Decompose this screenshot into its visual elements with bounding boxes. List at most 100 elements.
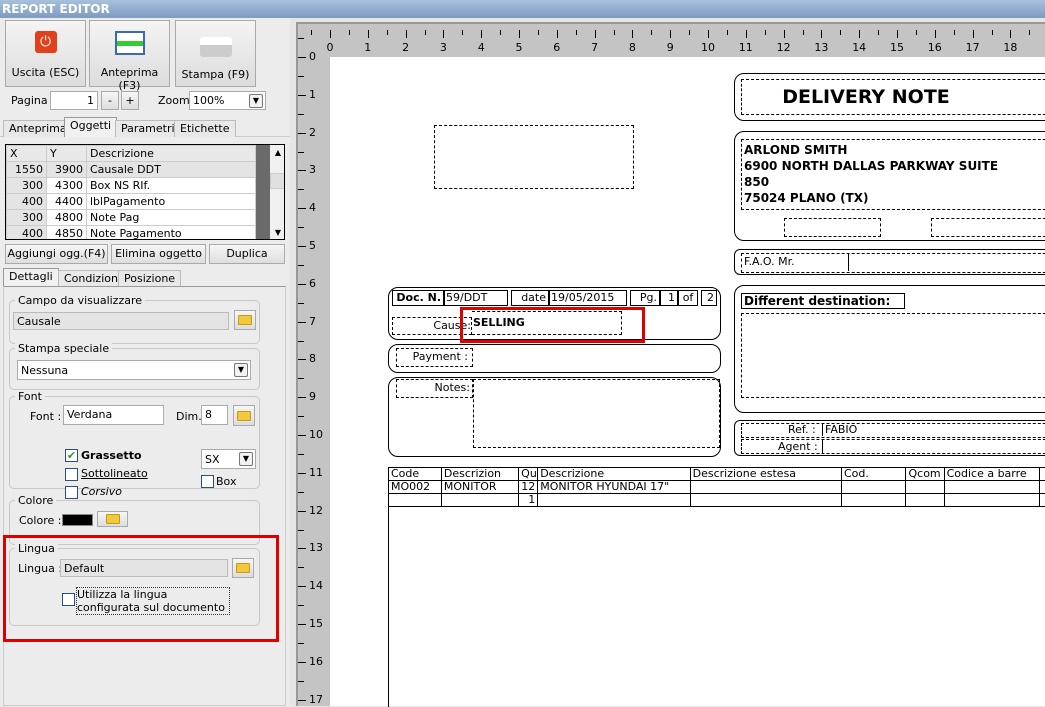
col-x[interactable]: X bbox=[7, 146, 47, 162]
address-box[interactable]: ARLOND SMITH 6900 NORTH DALLAS PARKWAY S… bbox=[741, 139, 1045, 210]
col-qcom: Qcom bbox=[906, 468, 944, 481]
tab-anteprima[interactable]: Anteprima bbox=[3, 120, 73, 137]
fao-box[interactable]: F.A.O. Mr. bbox=[741, 253, 1045, 273]
chevron-down-icon[interactable]: ▼ bbox=[239, 452, 253, 466]
cell: MO002 bbox=[389, 481, 442, 494]
tab-oggetti[interactable]: Oggetti bbox=[64, 117, 117, 137]
bold-checkbox[interactable]: ✔ bbox=[65, 449, 78, 462]
delete-object-button[interactable]: Elimina oggetto bbox=[111, 244, 206, 264]
ruler-tick bbox=[973, 30, 974, 38]
ruler-tick bbox=[298, 473, 306, 474]
ruler-tick bbox=[689, 30, 690, 35]
zoom-select[interactable]: 100% ▼ bbox=[189, 91, 266, 110]
scroll-thumb[interactable] bbox=[270, 173, 285, 189]
ruler-tick bbox=[298, 397, 306, 398]
box-checkbox[interactable] bbox=[201, 475, 214, 488]
table-row[interactable]: MO002 MONITOR 12 MONITOR HYUNDAI 17" 0 bbox=[389, 481, 1045, 494]
underline-checkbox[interactable] bbox=[65, 468, 78, 481]
ruler-tick bbox=[298, 359, 306, 360]
print-button[interactable]: Stampa (F9) bbox=[175, 20, 256, 87]
table-row[interactable]: 3004300Box NS RIf. bbox=[7, 178, 256, 194]
scroll-up-icon[interactable]: ▲ bbox=[270, 145, 285, 161]
page-value-doc[interactable]: 1 bbox=[660, 290, 678, 306]
table-row[interactable]: 1 0 bbox=[389, 494, 1045, 507]
notes-box[interactable] bbox=[473, 379, 720, 448]
printer-icon bbox=[200, 37, 232, 57]
add-object-button[interactable]: Aggiungi ogg.(F4) bbox=[5, 244, 108, 264]
date-label: date bbox=[511, 290, 549, 306]
fao-label: F.A.O. Mr. bbox=[744, 255, 795, 268]
ruler-tick bbox=[916, 30, 917, 35]
ref-row[interactable] bbox=[741, 423, 1045, 438]
scroll-down-icon[interactable]: ▼ bbox=[270, 225, 285, 240]
ruler-label: 9 bbox=[309, 390, 316, 403]
cell-y: 4850 bbox=[47, 226, 87, 241]
logo-box[interactable] bbox=[434, 125, 634, 189]
address-subbox[interactable] bbox=[784, 218, 881, 237]
tab-etichette[interactable]: Etichette bbox=[174, 120, 236, 137]
cell: 1 bbox=[519, 494, 538, 507]
cell-x: 300 bbox=[7, 210, 47, 226]
color-swatch[interactable] bbox=[62, 514, 93, 526]
table-row[interactable]: 4004850Note Pagamento bbox=[7, 226, 256, 241]
col-descrizione[interactable]: Descrizione bbox=[87, 146, 256, 162]
destination-box[interactable] bbox=[741, 313, 1045, 398]
document-title[interactable]: DELIVERY NOTE bbox=[741, 79, 1045, 115]
destination-label[interactable]: Different destination: bbox=[741, 293, 905, 309]
objects-scrollbar[interactable]: ▲ ▼ bbox=[270, 145, 285, 240]
ruler-label: 4 bbox=[471, 41, 491, 54]
font-input[interactable]: Verdana bbox=[63, 405, 164, 425]
field-input[interactable]: Causale bbox=[13, 312, 229, 330]
ruler-label: 14 bbox=[309, 579, 323, 592]
power-icon: ⏻ bbox=[35, 31, 57, 53]
color-group-label: Colore bbox=[15, 494, 56, 507]
dim-input[interactable]: 8 bbox=[201, 405, 228, 425]
tab-condizioni[interactable]: Condizioni bbox=[58, 270, 127, 287]
italic-checkbox[interactable] bbox=[65, 486, 78, 499]
chevron-down-icon[interactable]: ▼ bbox=[234, 363, 248, 377]
cell bbox=[906, 481, 944, 494]
page-plus-button[interactable]: + bbox=[121, 91, 139, 110]
col-s1: S1 bbox=[1039, 468, 1045, 481]
ruler-tick bbox=[368, 30, 369, 38]
doc-number-value[interactable]: 59/DDT bbox=[444, 290, 508, 306]
table-row[interactable]: 4004400lblPagamento bbox=[7, 194, 256, 210]
ruler-tick bbox=[425, 30, 426, 35]
ruler-tick bbox=[298, 57, 306, 58]
align-select[interactable]: SX ▼ bbox=[201, 449, 256, 469]
tab-dettagli[interactable]: Dettagli bbox=[3, 268, 59, 287]
duplicate-button[interactable]: Duplica bbox=[209, 244, 285, 264]
ruler-tick bbox=[614, 30, 615, 35]
date-value[interactable]: 19/05/2015 bbox=[549, 290, 627, 306]
tab-parametri[interactable]: Parametri bbox=[115, 120, 181, 137]
of-value[interactable]: 2 bbox=[701, 290, 717, 306]
address-subbox[interactable] bbox=[931, 218, 1045, 237]
ruler-tick bbox=[519, 30, 520, 38]
color-browse-button[interactable] bbox=[97, 511, 128, 527]
font-browse-button[interactable] bbox=[233, 405, 255, 426]
exit-button[interactable]: ⏻ Uscita (ESC) bbox=[5, 20, 86, 87]
special-print-select[interactable]: Nessuna ▼ bbox=[17, 360, 251, 380]
preview-button[interactable]: Anteprima (F3) bbox=[89, 20, 170, 87]
cell: 0 bbox=[1039, 494, 1045, 507]
cell-y: 4300 bbox=[47, 178, 87, 194]
ruler-label: 15 bbox=[887, 41, 907, 54]
col-barcode: Codice a barre bbox=[944, 468, 1039, 481]
cell-descrizione: Note Pag bbox=[87, 210, 256, 226]
tab-posizione[interactable]: Posizione bbox=[118, 270, 181, 287]
ruler-label: 7 bbox=[309, 315, 316, 328]
col-y[interactable]: Y bbox=[47, 146, 87, 162]
ruler-tick bbox=[298, 246, 306, 247]
ruler-label: 13 bbox=[811, 41, 831, 54]
field-browse-button[interactable] bbox=[234, 310, 256, 330]
ruler-tick bbox=[954, 30, 955, 35]
print-label: Stampa (F9) bbox=[182, 68, 250, 81]
cell: 12 bbox=[519, 481, 538, 494]
chevron-down-icon[interactable]: ▼ bbox=[249, 94, 263, 108]
page-input[interactable]: 1 bbox=[50, 91, 98, 110]
ruler-label: 8 bbox=[309, 352, 316, 365]
ruler-tick bbox=[298, 643, 304, 644]
page-minus-button[interactable]: - bbox=[101, 91, 119, 110]
table-row[interactable]: 3004800Note Pag bbox=[7, 210, 256, 226]
table-row[interactable]: 15503900Causale DDT bbox=[7, 162, 256, 178]
